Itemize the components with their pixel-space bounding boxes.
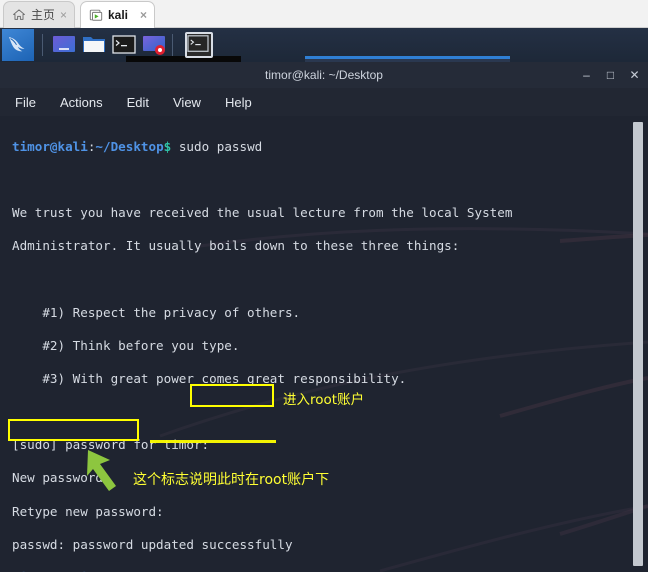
terminal-line: Administrator. It usually boils down to … [12, 238, 460, 254]
terminal-output: timor@kali:~/Desktop$ sudo passwd We tru… [12, 122, 622, 572]
prompt-path: ~/Desktop [95, 138, 164, 154]
launcher-display-settings[interactable] [52, 34, 76, 56]
file-manager-icon [83, 37, 105, 52]
scrollbar-thumb[interactable] [633, 122, 643, 566]
terminal-titlebar[interactable]: timor@kali: ~/Desktop – □ ✕ [0, 62, 648, 88]
menu-file[interactable]: File [12, 93, 39, 112]
annotation-enter-root-account: 进入root账户 [283, 392, 365, 408]
dragon-icon [9, 37, 25, 52]
browser-tab-home[interactable]: 主页 × [3, 1, 75, 28]
terminal-line-prompt1: timor@kali:~/Desktop$ sudo passwd [12, 139, 622, 156]
terminal-line: #1) Respect the privacy of others. [12, 304, 301, 320]
menu-view[interactable]: View [170, 93, 204, 112]
close-button[interactable]: ✕ [629, 69, 640, 81]
browser-tab-strip: 主页 × kali × [0, 0, 648, 28]
highlight-passwd-success [150, 440, 276, 443]
maximize-button[interactable]: □ [605, 69, 616, 81]
kali-dragon-logo[interactable] [2, 29, 34, 61]
close-icon[interactable]: × [59, 9, 68, 21]
menu-help[interactable]: Help [222, 93, 255, 112]
terminal-window: timor@kali: ~/Desktop – □ ✕ File Actions… [0, 62, 648, 572]
close-icon[interactable]: × [139, 9, 148, 21]
prompt-command: sudo passwd [171, 138, 263, 154]
browser-tab-home-label: 主页 [31, 8, 54, 22]
minimize-button[interactable]: – [581, 69, 592, 81]
browser-tab-kali[interactable]: kali × [80, 1, 155, 28]
media-record-icon [143, 36, 165, 55]
terminal-icon [187, 35, 209, 52]
terminal-scrollbar[interactable] [633, 120, 643, 568]
terminal-line: Retype new password: [12, 503, 164, 519]
terminal-line: We trust you have received the usual lec… [12, 204, 513, 220]
launcher-terminal[interactable] [112, 34, 136, 56]
taskbar-separator [172, 34, 173, 56]
browser-tab-kali-label: kali [108, 8, 129, 22]
terminal-menubar: File Actions Edit View Help [0, 88, 648, 116]
terminal-line: #2) Think before you type. [12, 337, 240, 353]
taskbar-separator [42, 34, 43, 56]
annotation-root-account-note: 这个标志说明此时在root账户下 [133, 472, 330, 488]
active-task-terminal[interactable] [185, 32, 213, 58]
display-settings-icon [53, 36, 75, 52]
vm-play-icon [89, 9, 103, 21]
terminal-title: timor@kali: ~/Desktop [265, 68, 383, 82]
window-controls: – □ ✕ [581, 62, 640, 88]
menu-edit[interactable]: Edit [124, 93, 152, 112]
terminal-icon [112, 35, 136, 54]
prompt-user: timor@kali [12, 138, 88, 154]
home-icon [13, 9, 25, 20]
menu-actions[interactable]: Actions [57, 93, 106, 112]
terminal-line: #3) With great power comes great respons… [12, 370, 407, 386]
terminal-body[interactable]: timor@kali:~/Desktop$ sudo passwd We tru… [0, 116, 648, 572]
launcher-file-manager[interactable] [82, 34, 106, 56]
terminal-line-passwd-success: passwd: password updated successfully [12, 536, 293, 552]
launcher-media-record[interactable] [142, 34, 166, 56]
terminal-line: [sudo] password for timor: [12, 437, 210, 453]
taskbar: timor@kali: ~/Desktop [0, 28, 648, 90]
